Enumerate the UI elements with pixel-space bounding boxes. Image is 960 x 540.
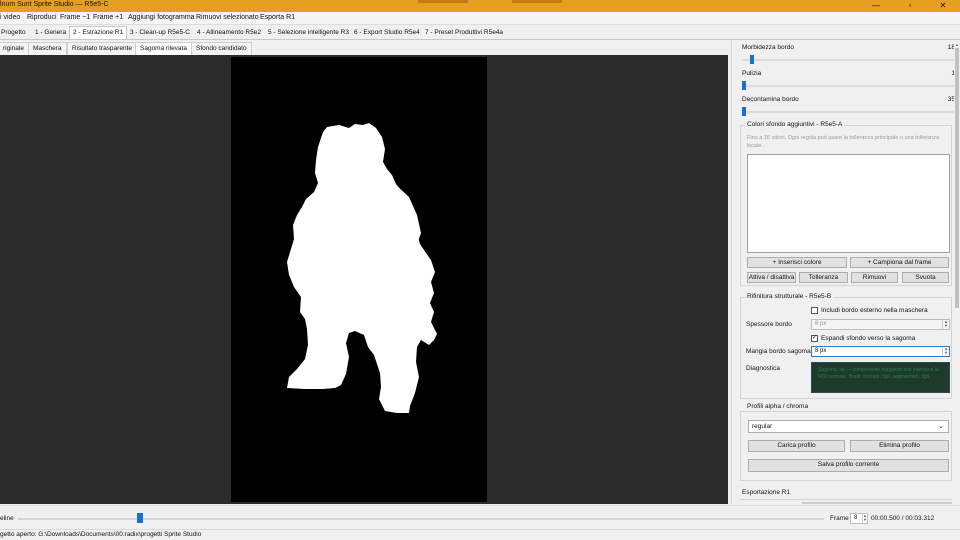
profile-select[interactable]: regular ⌄	[748, 420, 949, 433]
frame-label: Frame	[830, 515, 849, 522]
tab-preset-produttivi[interactable]: 7 - Preset Produttivi R5e4a	[421, 26, 507, 39]
tab-estrazione[interactable]: 2 - Estrazione R1	[69, 26, 128, 39]
save-profile-button[interactable]: Salva profilo corrente	[748, 459, 949, 472]
timeline-thumb[interactable]	[136, 513, 143, 523]
slider-value-cleanup: 1	[935, 70, 955, 77]
thickness-spin-arrows-icon[interactable]: ▲ ▼	[942, 320, 949, 329]
tolerance-button[interactable]: Tolleranza	[799, 272, 848, 283]
title-bar-tab-highlight	[418, 0, 468, 3]
menu-item-play[interactable]: Riproduci	[27, 14, 57, 21]
view-tab-bar: riginale Maschera Risultato trasparente …	[0, 42, 728, 55]
expand-bg-label: Espandi sfondo verso la sagoma	[821, 335, 916, 342]
scrollbar-thumb[interactable]	[955, 48, 959, 308]
tab-allineamento[interactable]: 4 - Allineamento R5e2	[193, 26, 265, 39]
status-text: getto aperto: G:\Downloads\Documents\00.…	[0, 531, 202, 538]
tab-originale[interactable]: riginale	[0, 42, 29, 55]
window-title: lnum Sunt Sprite Studio — R5e5-C	[0, 1, 109, 8]
status-bar: getto aperto: G:\Downloads\Documents\00.…	[0, 529, 960, 540]
panel-scrollbar[interactable]: ▲	[954, 40, 960, 504]
thickness-spinbox[interactable]: 8 px ▲ ▼	[811, 319, 950, 330]
thickness-value: 8 px	[815, 321, 827, 327]
include-edge-checkbox[interactable]	[811, 307, 818, 314]
clear-colors-button[interactable]: Svuota	[902, 272, 949, 283]
export-section-title: Esportazione R1	[742, 489, 791, 496]
delete-profile-button[interactable]: Elimina profilo	[850, 440, 949, 452]
slider-label-smoothness: Morbidezza bordo	[742, 44, 795, 51]
eat-edge-spinbox[interactable]: 8 px ▲ ▼	[811, 346, 950, 357]
tab-maschera[interactable]: Maschera	[28, 42, 67, 55]
extra-colors-hint: Fino a 16 colori. Ogni regola può usare …	[747, 135, 940, 149]
slider-decontaminate[interactable]	[742, 111, 956, 113]
slider-smoothness[interactable]	[742, 59, 956, 61]
tab-genera[interactable]: 1 - Genera	[31, 26, 70, 39]
diagnostics-label: Diagnostica	[746, 365, 780, 372]
refine-title: Rifinitura strutturale - R5e5-B	[745, 293, 834, 300]
tab-sfondo-candidato[interactable]: Sfondo candidato	[191, 42, 252, 55]
tab-risultato-trasparente[interactable]: Risultato trasparente	[67, 42, 137, 55]
menu-bar: i video Riproduci Frame −1 Frame +1 Aggi…	[0, 12, 960, 25]
slider-value-decontaminate: 35	[947, 96, 955, 103]
extra-colors-title: Colori sfondo aggiuntivi - R5e5-A	[745, 121, 845, 128]
slider-cleanup[interactable]	[742, 85, 956, 87]
tab-selezione-intelligente[interactable]: 5 - Selezione intelligente R3	[264, 26, 353, 39]
menu-item-frame-next[interactable]: Frame +1	[93, 14, 123, 21]
menu-item-video[interactable]: i video	[0, 14, 20, 21]
frame-spinbox[interactable]: 8 ▲ ▼	[850, 513, 868, 524]
toggle-color-button[interactable]: Attiva / disattiva	[747, 272, 796, 283]
menu-item-frame-prev[interactable]: Frame −1	[60, 14, 90, 21]
slider-label-cleanup: Pulizia	[742, 70, 762, 77]
menu-item-add-frame[interactable]: Aggiungi fotogramma	[128, 14, 195, 21]
menu-item-remove-selected[interactable]: Rimuovi selezionato	[196, 14, 259, 21]
tab-progetto[interactable]: Progetto	[0, 26, 30, 39]
slider-thumb-cleanup[interactable]	[742, 81, 746, 90]
profile-select-value: regular	[752, 423, 773, 430]
extra-colors-list[interactable]	[747, 154, 950, 253]
slider-thumb-smoothness[interactable]	[750, 55, 754, 64]
remove-color-button[interactable]: Rimuovi	[851, 272, 898, 283]
diagnostics-box: Sagoma: ok — componente maggiore che int…	[811, 362, 950, 393]
slider-label-decontaminate: Decontamina bordo	[742, 96, 799, 103]
tab-sagoma-rilevata[interactable]: Sagoma rilevata	[135, 42, 192, 55]
step-tab-bar: Progetto 1 - Genera 2 - Estrazione R1 3 …	[0, 25, 960, 39]
include-edge-label: Includi bordo esterno nella maschera	[821, 307, 928, 314]
frame-value: 8	[854, 515, 858, 521]
title-bar-tab-highlight-2	[512, 0, 562, 3]
chevron-down-icon: ⌄	[938, 423, 944, 430]
silhouette-image	[287, 123, 437, 413]
slider-thumb-decontaminate[interactable]	[742, 107, 746, 116]
expand-bg-checkbox[interactable]: ✓	[811, 335, 818, 342]
eat-edge-spin-arrows-icon[interactable]: ▲ ▼	[942, 347, 949, 356]
mask-preview	[231, 57, 487, 502]
eat-edge-value: 8 px	[815, 348, 827, 354]
sample-color-button[interactable]: + Campiona dal frame	[850, 257, 949, 268]
minimize-button[interactable]: —	[859, 0, 893, 12]
load-profile-button[interactable]: Carica profilo	[748, 440, 845, 452]
slider-value-smoothness: 18	[947, 44, 955, 51]
frame-spin-arrows-icon[interactable]: ▲ ▼	[862, 514, 867, 523]
insert-color-button[interactable]: + Inserisci colore	[747, 257, 847, 268]
timeline-label: eline	[0, 515, 14, 522]
eat-edge-label: Mangia bordo sagoma	[746, 348, 811, 355]
tab-export-studio[interactable]: 6 - Export Studio R5e4	[350, 26, 424, 39]
close-button[interactable]: ✕	[926, 0, 960, 12]
maximize-button[interactable]: ▫	[893, 0, 927, 12]
time-readout: 00:00.500 / 00:03.312	[871, 515, 935, 522]
settings-panel: Morbidezza bordo 18 Pulizia 1 Decontamin…	[731, 40, 960, 504]
export-group-edge	[802, 502, 952, 504]
menu-item-export[interactable]: Esporta R1	[260, 14, 295, 21]
thickness-label: Spessore bordo	[746, 321, 792, 328]
profiles-title: Profili alpha / chroma	[745, 403, 811, 410]
tab-clean-up[interactable]: 3 - Clean-up R5e5-C	[126, 26, 194, 39]
timeline-bar: eline Frame 8 ▲ ▼ 00:00.500 / 00:03.312	[0, 505, 960, 529]
title-bar: lnum Sunt Sprite Studio — R5e5-C — ▫ ✕	[0, 0, 960, 12]
